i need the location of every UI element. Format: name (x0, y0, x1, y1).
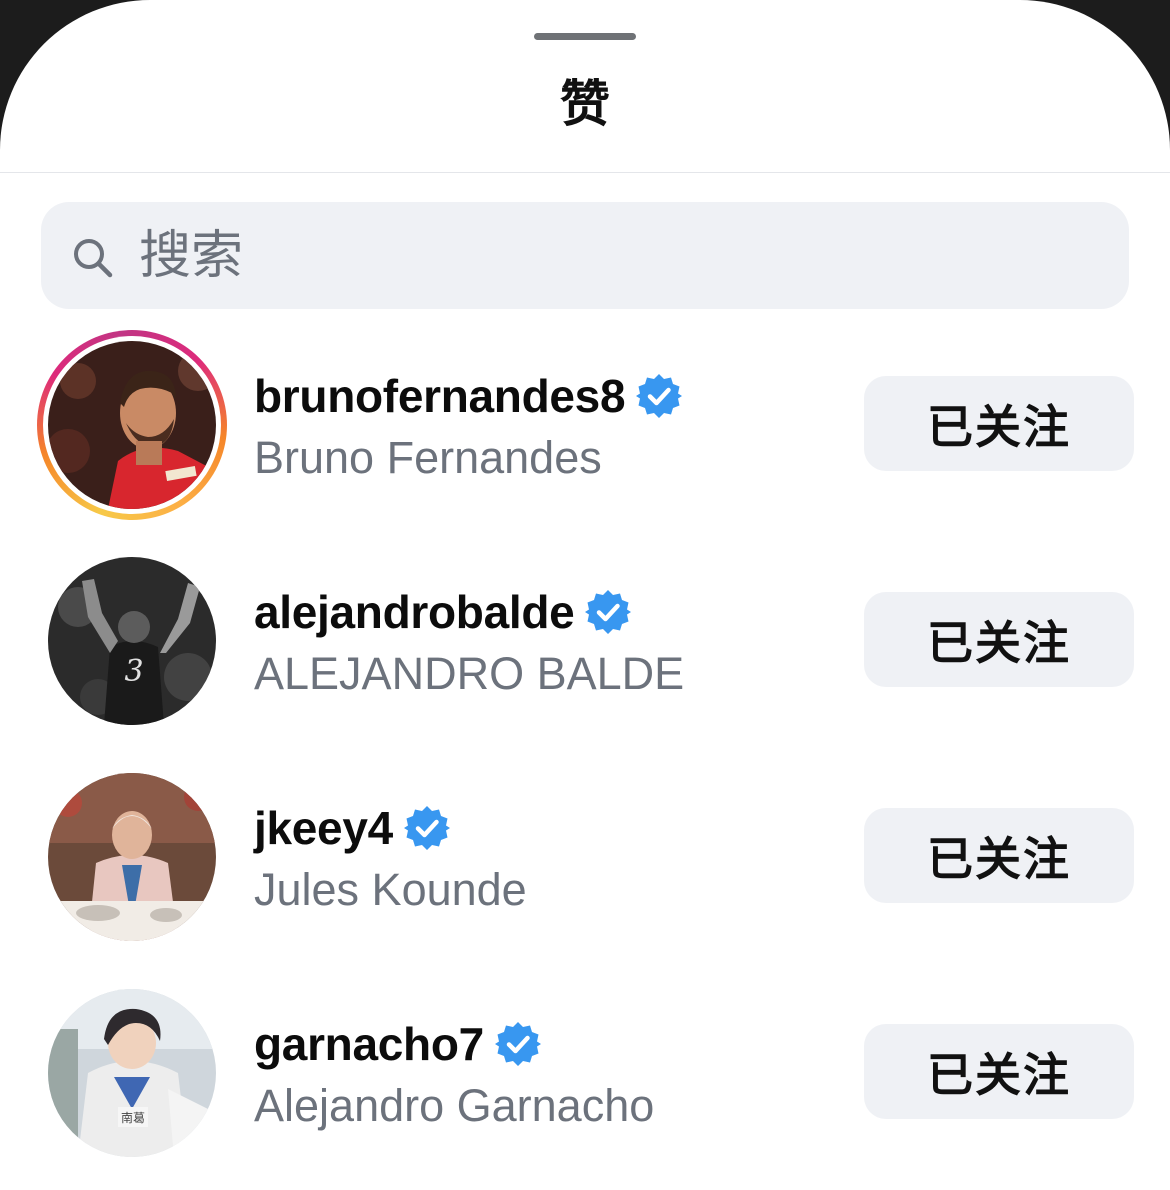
username[interactable]: jkeey4 (254, 801, 393, 855)
username[interactable]: brunofernandes8 (254, 369, 626, 423)
likes-sheet: 赞 搜索 brunofernandes8 Bruno Fernandes 已关注… (0, 0, 1170, 1190)
svg-text:3: 3 (124, 654, 143, 689)
sheet-title: 赞 (560, 76, 610, 132)
header-divider (0, 172, 1170, 173)
username-row[interactable]: garnacho7 (254, 1016, 542, 1072)
list-item[interactable]: jkeey4 Jules Kounde 已关注 (0, 762, 1170, 962)
list-item[interactable]: 3 alejandrobalde ALEJANDRO BALDE 已关注 (0, 546, 1170, 746)
search-placeholder: 搜索 (139, 227, 244, 285)
avatar-photo (48, 341, 216, 509)
username-row[interactable]: alejandrobalde (254, 584, 632, 640)
full-name: Bruno Fernandes (254, 432, 602, 483)
search-field[interactable]: 搜索 (41, 202, 1129, 309)
following-button[interactable]: 已关注 (864, 1024, 1134, 1119)
avatar-photo: 3 (48, 557, 216, 725)
username-row[interactable]: brunofernandes8 (254, 368, 683, 424)
list-item[interactable]: brunofernandes8 Bruno Fernandes 已关注 (0, 330, 1170, 530)
avatar-photo: 南葛 (48, 989, 216, 1157)
avatar[interactable]: 南葛 (37, 978, 227, 1168)
username[interactable]: garnacho7 (254, 1017, 484, 1071)
full-name: ALEJANDRO BALDE (254, 648, 685, 699)
username-row[interactable]: jkeey4 (254, 800, 451, 856)
svg-text:南葛: 南葛 (121, 1110, 145, 1125)
avatar-photo (48, 773, 216, 941)
full-name: Alejandro Garnacho (254, 1080, 655, 1131)
verified-badge-icon (636, 374, 683, 418)
list-item[interactable]: 南葛 garnacho7 Alejandro Garnacho 已关注 (0, 978, 1170, 1178)
following-button[interactable]: 已关注 (864, 592, 1134, 687)
full-name: Jules Kounde (254, 864, 527, 915)
sheet-grabber[interactable] (534, 33, 636, 40)
verified-badge-icon (494, 1022, 541, 1066)
following-button[interactable]: 已关注 (864, 808, 1134, 903)
search-icon (74, 239, 113, 278)
verified-badge-icon (403, 806, 450, 850)
verified-badge-icon (585, 590, 632, 634)
avatar[interactable] (37, 330, 227, 520)
avatar[interactable] (37, 762, 227, 952)
following-button[interactable]: 已关注 (864, 376, 1134, 471)
avatar[interactable]: 3 (37, 546, 227, 736)
username[interactable]: alejandrobalde (254, 585, 575, 639)
